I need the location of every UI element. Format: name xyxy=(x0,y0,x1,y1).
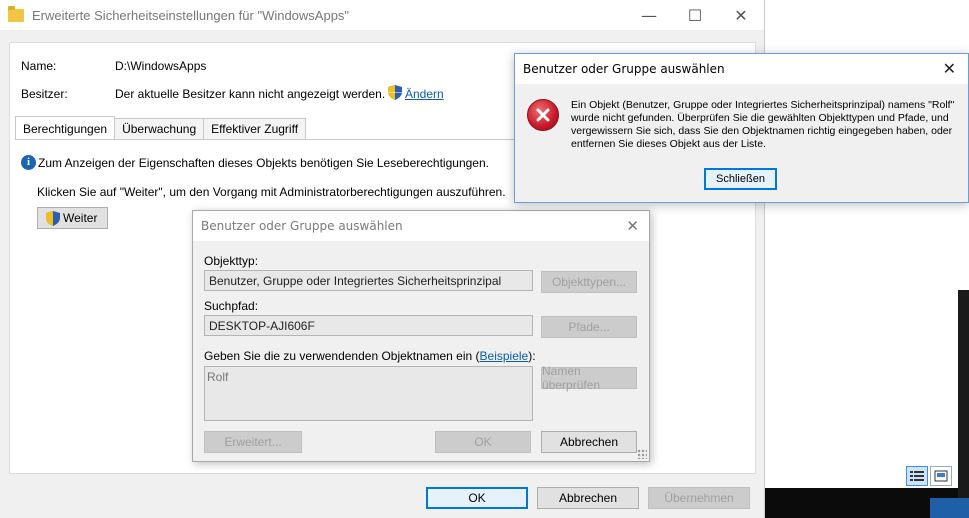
view-toggle xyxy=(906,466,952,488)
object-type-label: Objekttyp: xyxy=(204,254,259,268)
window-controls: — ☐ ✕ xyxy=(626,0,764,30)
search-path-field: DESKTOP-AJI606F xyxy=(204,315,533,336)
uac-shield-icon xyxy=(46,210,60,226)
window-title: Erweiterte Sicherheitseinstellungen für … xyxy=(32,7,350,23)
maximize-icon[interactable]: ☐ xyxy=(672,0,718,30)
ok-button[interactable]: OK xyxy=(426,487,528,509)
error-dialog-title: Benutzer oder Gruppe auswählen xyxy=(515,54,968,84)
object-names-label: Geben Sie die zu verwendenden Objektname… xyxy=(204,349,536,363)
error-message: Ein Objekt (Benutzer, Gruppe oder Integr… xyxy=(571,99,955,150)
weiter-button[interactable]: Weiter xyxy=(37,207,108,229)
apply-button[interactable]: Übernehmen xyxy=(648,487,750,509)
name-label: Name: xyxy=(21,59,57,73)
details-view-icon[interactable] xyxy=(906,466,928,486)
minimize-icon[interactable]: — xyxy=(626,0,672,30)
paths-button[interactable]: Pfade... xyxy=(541,316,637,338)
info-icon: i xyxy=(21,155,36,170)
close-icon[interactable]: ✕ xyxy=(626,217,639,235)
search-path-label: Suchpfad: xyxy=(204,299,259,313)
examples-link[interactable]: Beispiele xyxy=(480,349,529,363)
name-value: D:\WindowsApps xyxy=(115,59,207,73)
error-dialog: Benutzer oder Gruppe auswählen ✕ Ein Obj… xyxy=(514,53,969,203)
object-types-button[interactable]: Objekttypen... xyxy=(541,271,637,293)
folder-icon xyxy=(8,5,24,22)
select-user-dialog: Benutzer oder Gruppe auswählen ✕ Objektt… xyxy=(192,210,650,462)
desktop-edge xyxy=(958,290,969,518)
object-names-input[interactable]: Rolf xyxy=(204,366,533,421)
owner-value: Der aktuelle Besitzer kann nicht angezei… xyxy=(115,87,386,101)
select-ok-button[interactable]: OK xyxy=(435,431,531,453)
select-cancel-button[interactable]: Abbrechen xyxy=(541,431,637,453)
tab-auditing[interactable]: Überwachung xyxy=(114,118,205,139)
close-button[interactable]: Schließen xyxy=(704,168,777,190)
tab-bar: Berechtigungen Überwachung Effektiver Zu… xyxy=(15,116,307,140)
error-icon xyxy=(527,99,559,131)
continue-text: Klicken Sie auf "Weiter", um den Vorgang… xyxy=(37,185,506,199)
check-names-button[interactable]: Namen überprüfen xyxy=(541,364,637,392)
object-type-field: Benutzer, Gruppe oder Integriertes Siche… xyxy=(204,270,533,291)
change-owner-link[interactable]: Ändern xyxy=(405,87,444,101)
uac-shield-icon xyxy=(388,85,402,100)
advanced-button[interactable]: Erweitert... xyxy=(204,431,302,453)
taskbar-highlight xyxy=(930,498,969,518)
info-text: Zum Anzeigen der Eigenschaften dieses Ob… xyxy=(38,156,489,170)
names-label-prefix: Geben Sie die zu verwendenden Objektname… xyxy=(204,349,480,363)
close-icon[interactable]: ✕ xyxy=(943,59,956,78)
select-dialog-title: Benutzer oder Gruppe auswählen xyxy=(193,211,649,241)
weiter-label: Weiter xyxy=(63,211,98,225)
tab-effective-access[interactable]: Effektiver Zugriff xyxy=(203,118,307,139)
cancel-button[interactable]: Abbrechen xyxy=(537,487,639,509)
large-icons-view-icon[interactable] xyxy=(930,466,952,486)
tab-permissions[interactable]: Berechtigungen xyxy=(15,116,116,139)
names-label-suffix: ): xyxy=(528,349,536,363)
close-icon[interactable]: ✕ xyxy=(718,0,764,30)
resize-grip-icon[interactable] xyxy=(637,449,647,459)
owner-label: Besitzer: xyxy=(21,87,68,101)
